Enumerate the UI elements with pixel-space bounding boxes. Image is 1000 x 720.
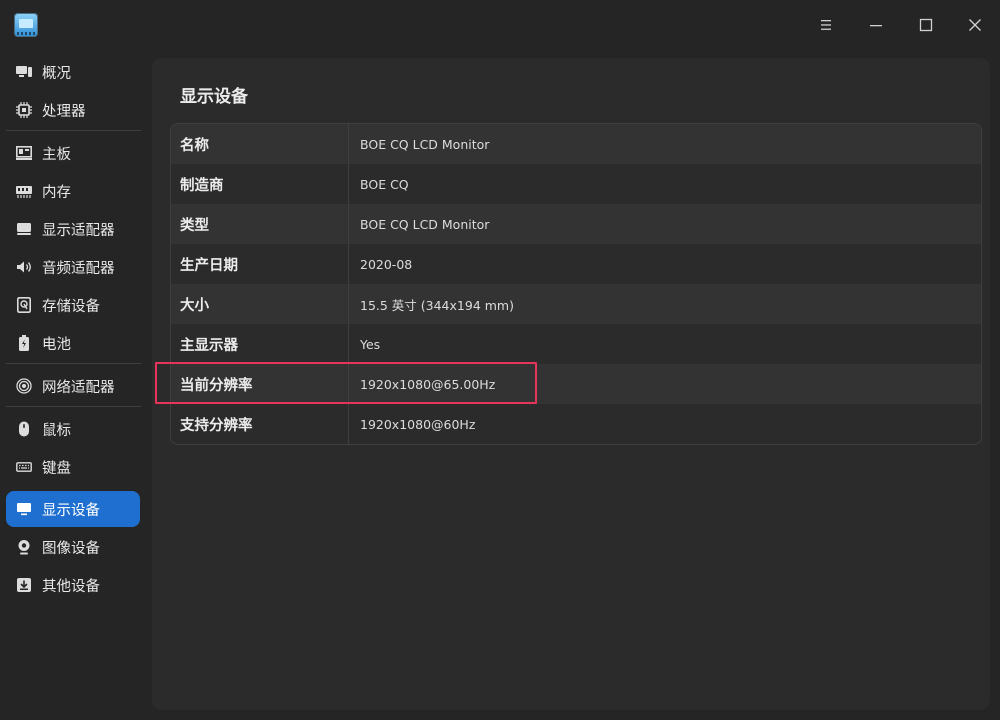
row-key: 类型 bbox=[171, 204, 349, 244]
sidebar-item-display-adapter[interactable]: 显示适配器 bbox=[6, 211, 140, 247]
menu-icon bbox=[821, 20, 831, 30]
row-key: 当前分辨率 bbox=[171, 364, 349, 404]
close-button[interactable] bbox=[960, 10, 990, 40]
sidebar-item-display-device[interactable]: 显示设备 bbox=[6, 491, 140, 527]
sidebar-item-label: 图像设备 bbox=[42, 540, 100, 557]
content-panel: 显示设备 名称 BOE CQ LCD Monitor 制造商 BOE CQ 类型… bbox=[152, 58, 990, 710]
monitor-icon bbox=[15, 500, 33, 518]
keyboard-icon bbox=[15, 458, 33, 476]
sidebar-item-label: 鼠标 bbox=[42, 422, 71, 439]
overview-icon bbox=[15, 63, 33, 81]
row-value: 1920x1080@60Hz bbox=[360, 416, 476, 432]
sidebar-item-label: 音频适配器 bbox=[42, 260, 115, 277]
sidebar-item-audio-adapter[interactable]: 音频适配器 bbox=[6, 249, 140, 285]
row-value: Yes bbox=[360, 336, 381, 352]
sidebar-item-battery[interactable]: 电池 bbox=[6, 325, 140, 361]
table-row[interactable]: 类型 BOE CQ LCD Monitor bbox=[171, 204, 981, 244]
other-device-icon bbox=[15, 576, 33, 594]
page-title: 显示设备 bbox=[180, 87, 248, 107]
table-row[interactable]: 制造商 BOE CQ bbox=[171, 164, 981, 204]
sidebar-item-memory[interactable]: 内存 bbox=[6, 173, 140, 209]
sidebar-item-imaging-device[interactable]: 图像设备 bbox=[6, 529, 140, 565]
sidebar-item-other-device[interactable]: 其他设备 bbox=[6, 567, 140, 603]
sidebar-item-label: 主板 bbox=[42, 146, 71, 163]
sidebar-item-label: 存储设备 bbox=[42, 298, 100, 315]
sidebar-item-label: 网络适配器 bbox=[42, 379, 115, 396]
camera-icon bbox=[15, 538, 33, 556]
chip-glyph bbox=[19, 19, 33, 28]
app-icon bbox=[14, 13, 38, 37]
sidebar-divider bbox=[6, 406, 141, 407]
minimize-button[interactable] bbox=[861, 10, 891, 40]
row-key: 名称 bbox=[171, 124, 349, 164]
sidebar-item-label: 处理器 bbox=[42, 103, 86, 120]
sidebar-divider bbox=[6, 130, 141, 131]
sidebar-item-label: 概况 bbox=[42, 65, 71, 82]
battery-icon bbox=[15, 334, 33, 352]
table-row[interactable]: 名称 BOE CQ LCD Monitor bbox=[171, 124, 981, 164]
table-row[interactable]: 支持分辨率 1920x1080@60Hz bbox=[171, 404, 981, 444]
chip-pins bbox=[17, 32, 35, 35]
cpu-icon bbox=[15, 101, 33, 119]
row-value: 1920x1080@65.00Hz bbox=[360, 376, 496, 392]
sidebar-item-cpu[interactable]: 处理器 bbox=[6, 92, 140, 128]
table-row[interactable]: 主显示器 Yes bbox=[171, 324, 981, 364]
table-row[interactable]: 大小 15.5 英寸 (344x194 mm) bbox=[171, 284, 981, 324]
table-row[interactable]: 生产日期 2020-08 bbox=[171, 244, 981, 284]
row-value: 2020-08 bbox=[360, 256, 413, 272]
sidebar-item-label: 显示适配器 bbox=[42, 222, 115, 239]
maximize-icon bbox=[919, 18, 933, 32]
row-value: BOE CQ LCD Monitor bbox=[360, 216, 490, 232]
sidebar-item-storage[interactable]: 存储设备 bbox=[6, 287, 140, 323]
sidebar-item-network-adapter[interactable]: 网络适配器 bbox=[6, 368, 140, 404]
row-value: BOE CQ LCD Monitor bbox=[360, 136, 490, 152]
row-key: 生产日期 bbox=[171, 244, 349, 284]
sidebar-item-label: 键盘 bbox=[42, 460, 71, 477]
row-key: 支持分辨率 bbox=[171, 404, 349, 444]
sidebar-divider bbox=[6, 363, 141, 364]
memory-icon bbox=[15, 182, 33, 200]
table-row[interactable]: 当前分辨率 1920x1080@65.00Hz bbox=[171, 364, 981, 404]
mouse-icon bbox=[15, 420, 33, 438]
row-key: 主显示器 bbox=[171, 324, 349, 364]
sidebar-item-keyboard[interactable]: 键盘 bbox=[6, 449, 140, 485]
maximize-button[interactable] bbox=[911, 10, 941, 40]
row-value: BOE CQ bbox=[360, 176, 409, 192]
device-info-table: 名称 BOE CQ LCD Monitor 制造商 BOE CQ 类型 BOE … bbox=[170, 123, 982, 445]
speaker-icon bbox=[15, 258, 33, 276]
sidebar-item-label: 其他设备 bbox=[42, 578, 100, 595]
title-bar bbox=[0, 0, 1000, 50]
close-icon bbox=[969, 19, 981, 31]
row-value: 15.5 英寸 (344x194 mm) bbox=[360, 297, 514, 313]
sidebar-item-mouse[interactable]: 鼠标 bbox=[6, 411, 140, 447]
sidebar: 概况 处理器 主板 内存 显示适配器 音频适配器 存储设备 电池 网络适配器 鼠… bbox=[0, 50, 150, 720]
minimize-icon bbox=[870, 25, 882, 27]
sidebar-item-motherboard[interactable]: 主板 bbox=[6, 135, 140, 171]
sidebar-item-label: 显示设备 bbox=[42, 502, 100, 519]
row-key: 大小 bbox=[171, 284, 349, 324]
display-adapter-icon bbox=[15, 220, 33, 238]
network-icon bbox=[15, 377, 33, 395]
menu-button[interactable] bbox=[811, 10, 841, 40]
sidebar-item-label: 电池 bbox=[42, 336, 71, 353]
motherboard-icon bbox=[15, 144, 33, 162]
sidebar-item-label: 内存 bbox=[42, 184, 71, 201]
sidebar-item-overview[interactable]: 概况 bbox=[6, 54, 140, 90]
row-key: 制造商 bbox=[171, 164, 349, 204]
storage-icon bbox=[15, 296, 33, 314]
